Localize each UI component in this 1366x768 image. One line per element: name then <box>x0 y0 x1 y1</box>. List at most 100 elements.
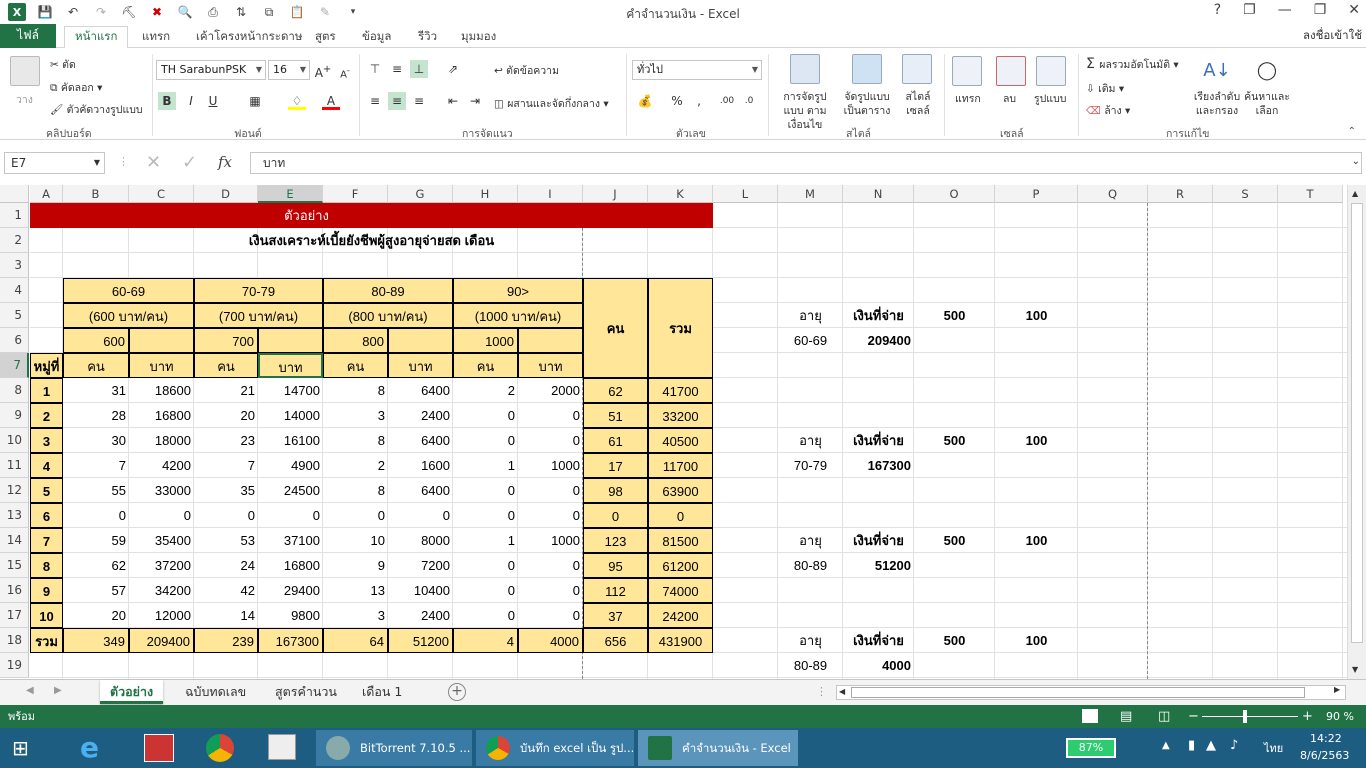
select-all-corner[interactable] <box>0 185 29 203</box>
data-cell[interactable]: 1000 <box>518 453 583 478</box>
rate-blank[interactable] <box>518 328 583 353</box>
zoom-out-icon[interactable]: − <box>1188 705 1199 728</box>
data-cell[interactable]: 0 <box>129 503 194 528</box>
sheet-title-fill[interactable] <box>583 203 713 228</box>
column-header-g[interactable]: G <box>388 185 453 203</box>
data-cell[interactable]: 0 <box>518 478 583 503</box>
data-cell[interactable]: 31 <box>63 378 129 403</box>
data-cell[interactable]: 24500 <box>258 478 323 503</box>
total-cell[interactable]: 4000 <box>518 628 583 653</box>
side-age[interactable]: 60-69 <box>778 328 843 353</box>
data-cell[interactable]: 8 <box>323 478 388 503</box>
data-cell[interactable]: 95 <box>583 553 648 578</box>
data-cell[interactable]: 0 <box>258 503 323 528</box>
increase-font-icon[interactable]: A+ <box>314 61 332 80</box>
cell-styles-icon[interactable] <box>902 54 932 84</box>
data-cell[interactable]: 8 <box>323 428 388 453</box>
taskbar-app-excel[interactable]: คำจำนวนเงิน - Excel <box>638 730 798 766</box>
paste-icon[interactable]: 📋 <box>288 3 306 21</box>
total-header[interactable]: รวม <box>648 278 713 378</box>
column-header-e[interactable]: E <box>258 185 323 203</box>
format-as-table-button[interactable]: จัดรูปแบบ เป็นตาราง <box>838 90 896 118</box>
data-cell[interactable]: 3 <box>30 428 63 453</box>
row-header-18[interactable]: 18 <box>0 628 29 653</box>
data-cell[interactable]: 1 <box>30 378 63 403</box>
row-header-13[interactable]: 13 <box>0 503 29 528</box>
data-cell[interactable]: 42 <box>194 578 258 603</box>
active-cell[interactable]: บาท <box>258 353 323 378</box>
sub-header-baht[interactable]: บาท <box>518 353 583 378</box>
column-header-q[interactable]: Q <box>1078 185 1148 203</box>
data-cell[interactable]: 6400 <box>388 478 453 503</box>
side-value-100[interactable]: 100 <box>995 303 1078 328</box>
data-cell[interactable]: 0 <box>453 603 518 628</box>
conditional-formatting-button[interactable]: การจัดรูปแบบ ตามเงื่อนไข <box>774 90 836 132</box>
data-cell[interactable]: 2000 <box>518 378 583 403</box>
insert-function-button[interactable]: fx <box>218 153 232 171</box>
data-cell[interactable]: 1 <box>453 528 518 553</box>
data-cell[interactable]: 8000 <box>388 528 453 553</box>
side-value-100[interactable]: 100 <box>995 428 1078 453</box>
data-cell[interactable]: 23 <box>194 428 258 453</box>
row-header-1[interactable]: 1 <box>0 203 29 228</box>
data-cell[interactable]: 4900 <box>258 453 323 478</box>
row-header-4[interactable]: 4 <box>0 278 29 303</box>
row-header-7[interactable]: 7 <box>0 353 29 378</box>
data-cell[interactable]: 40500 <box>648 428 713 453</box>
internet-explorer-icon[interactable]: e <box>80 732 112 764</box>
data-cell[interactable]: 1600 <box>388 453 453 478</box>
rate-value[interactable]: 600 <box>63 328 129 353</box>
name-box[interactable]: E7 ▼ <box>4 152 105 174</box>
show-hidden-icons[interactable]: ▲ <box>1162 740 1170 751</box>
conditional-formatting-icon[interactable] <box>790 54 820 84</box>
total-cell[interactable]: 239 <box>194 628 258 653</box>
data-cell[interactable]: 16100 <box>258 428 323 453</box>
data-cell[interactable]: 41700 <box>648 378 713 403</box>
data-cell[interactable]: 0 <box>63 503 129 528</box>
data-cell[interactable]: 7200 <box>388 553 453 578</box>
sheet-tab-example[interactable]: ตัวอย่าง <box>100 680 164 704</box>
scroll-right-icon[interactable]: ▶ <box>1334 685 1340 694</box>
minimize-button[interactable]: — <box>1278 2 1292 18</box>
currency-icon[interactable]: 💰 <box>636 92 654 110</box>
format-painter-button[interactable]: 🖌 ตัวคัดวางรูปแบบ <box>50 101 143 118</box>
data-cell[interactable]: 4200 <box>129 453 194 478</box>
rate-value[interactable]: 700 <box>194 328 258 353</box>
fill-color-icon[interactable]: ♢ <box>288 92 306 110</box>
sheet-tab-month1[interactable]: เดือน 1 <box>352 680 412 704</box>
chrome-icon[interactable] <box>206 734 234 762</box>
row-header-11[interactable]: 11 <box>0 453 29 478</box>
delete-cells-icon[interactable] <box>996 56 1026 86</box>
split-handle-icon[interactable]: ⋮ <box>816 685 827 698</box>
side-value-500[interactable]: 500 <box>914 303 995 328</box>
data-cell[interactable]: 0 <box>648 503 713 528</box>
column-header-d[interactable]: D <box>194 185 258 203</box>
data-cell[interactable]: 0 <box>453 478 518 503</box>
data-cell[interactable]: 29400 <box>258 578 323 603</box>
enter-icon[interactable]: ✓ <box>182 152 197 173</box>
data-cell[interactable]: 6 <box>30 503 63 528</box>
zoom-slider-thumb[interactable] <box>1243 710 1247 723</box>
row-header-10[interactable]: 10 <box>0 428 29 453</box>
rate-header[interactable]: (800 บาท/คน) <box>323 303 453 328</box>
horizontal-scrollbar[interactable]: ◀ <box>836 685 1346 700</box>
row-header-12[interactable]: 12 <box>0 478 29 503</box>
sub-header-people[interactable]: คน <box>194 353 258 378</box>
data-cell[interactable]: 81500 <box>648 528 713 553</box>
side-age[interactable]: 80-89 <box>778 553 843 578</box>
binoculars-icon[interactable]: ◯ <box>1252 56 1282 86</box>
volume-icon[interactable]: ♪ <box>1230 738 1238 753</box>
sub-header-people[interactable]: คน <box>453 353 518 378</box>
delete-cells-button[interactable]: ลบ <box>1003 90 1016 107</box>
paste-button[interactable]: วาง <box>16 91 33 108</box>
rate-value[interactable]: 800 <box>323 328 388 353</box>
side-value-500[interactable]: 500 <box>914 528 995 553</box>
maximize-button[interactable]: ❐ <box>1314 2 1327 18</box>
decrease-font-icon[interactable]: A- <box>336 61 354 80</box>
comma-button[interactable]: , <box>690 92 708 110</box>
side-amount-header[interactable]: เงินที่จ่าย <box>843 428 914 453</box>
data-cell[interactable]: 1000 <box>518 528 583 553</box>
column-header-m[interactable]: M <box>778 185 843 203</box>
row-header-9[interactable]: 9 <box>0 403 29 428</box>
people-header[interactable]: คน <box>583 278 648 378</box>
